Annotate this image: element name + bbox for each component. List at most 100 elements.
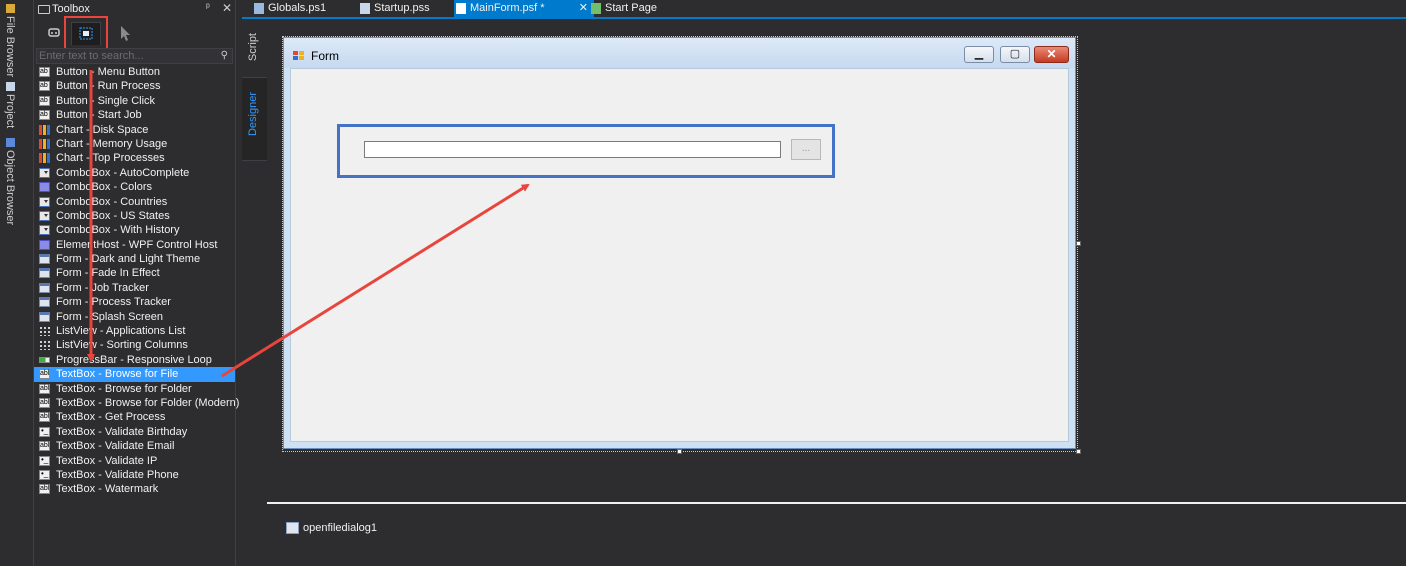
minimize-button[interactable]: ▁ <box>964 46 994 63</box>
left-panel-strip: File Browser Project Object Browser <box>0 0 34 566</box>
toolbox-item[interactable]: ComboBox - US States <box>34 209 235 223</box>
textbox-icon <box>39 396 50 410</box>
listview-icon <box>39 340 50 351</box>
toolbox-item[interactable]: ComboBox - Countries <box>34 195 235 209</box>
textbox-icon <box>39 367 50 381</box>
toolbox-item-label: Button - Start Job <box>56 109 142 122</box>
form-file-icon <box>456 3 466 14</box>
textbox-icon <box>39 410 50 424</box>
toolbox-item-label: Chart - Top Processes <box>56 152 165 165</box>
tab-designer-label: Designer <box>247 92 259 137</box>
toolbox-item[interactable]: Button - Start Job <box>34 108 235 122</box>
toolbox-item-label: TextBox - Get Process <box>56 411 166 424</box>
toolbox-item[interactable]: TextBox - Validate Birthday <box>34 424 235 439</box>
form-title: Form <box>311 49 339 63</box>
toolbox-item-label: TextBox - Browse for Folder (Modern) <box>56 396 240 409</box>
file-browser-tab[interactable]: File Browser <box>4 4 16 77</box>
doc-tab[interactable]: Startup.pss <box>358 0 464 17</box>
tab-script-label: Script <box>247 33 259 62</box>
toolbox-item[interactable]: TextBox - Validate Email <box>34 439 235 453</box>
toolbox-item[interactable]: Form - Splash Screen <box>34 310 235 324</box>
toolbox-item[interactable]: ListView - Applications List <box>34 324 235 338</box>
chart-icon <box>39 138 50 149</box>
search-icon[interactable]: ⚲ <box>221 50 228 61</box>
file-path-textbox[interactable] <box>364 141 781 158</box>
button-icon <box>39 79 50 93</box>
toolbox-item[interactable]: Form - Job Tracker <box>34 281 235 295</box>
toolbox-item[interactable]: ProgressBar - Responsive Loop <box>34 353 235 367</box>
toolbox-item[interactable]: TextBox - Browse for Folder <box>34 382 235 396</box>
toolbox-item[interactable]: Button - Menu Button <box>34 65 235 79</box>
doc-tab-label: Start Page <box>605 2 657 14</box>
toolbox-item[interactable]: ComboBox - Colors <box>34 180 235 194</box>
maximize-button[interactable]: ▢ <box>1000 46 1030 63</box>
toolbox-item-label: ListView - Applications List <box>56 325 186 338</box>
tab-designer[interactable]: Designer <box>242 77 267 161</box>
toolbox-item[interactable]: TextBox - Get Process <box>34 410 235 424</box>
toolbox-item-label: TextBox - Browse for Folder <box>56 382 192 395</box>
form-close-button[interactable]: ✕ <box>1034 46 1069 63</box>
toolbox-item[interactable]: ComboBox - With History <box>34 223 235 237</box>
maskedtextbox-icon <box>39 424 50 438</box>
tab-script[interactable]: Script <box>242 19 267 77</box>
combobox-icon <box>39 167 50 178</box>
form-window[interactable]: Form ▁ ▢ ✕ <box>283 37 1076 449</box>
toolbox-item[interactable]: Chart - Top Processes <box>34 151 235 165</box>
listview-icon <box>39 326 50 337</box>
button-icon <box>39 65 50 79</box>
toolbox-item[interactable]: Form - Dark and Light Theme <box>34 252 235 266</box>
toolbox-item-label: Form - Job Tracker <box>56 281 149 294</box>
toolbox-item[interactable]: Button - Single Click <box>34 94 235 108</box>
toolbox-item[interactable]: TextBox - Validate Phone <box>34 467 235 482</box>
toolbox-item[interactable]: TextBox - Browse for File <box>34 367 235 382</box>
doc-tab-label: MainForm.psf * <box>470 2 545 14</box>
textbox-icon <box>39 382 50 396</box>
toolbox-item[interactable]: TextBox - Browse for Folder (Modern) <box>34 396 239 410</box>
toolbox-item[interactable]: Chart - Memory Usage <box>34 137 235 151</box>
toolbox-item-label: TextBox - Validate Email <box>56 440 175 453</box>
file-browser-icon <box>5 4 15 13</box>
toolbox-tab-pointer[interactable] <box>110 22 138 44</box>
project-tab[interactable]: Project <box>4 82 16 128</box>
progressbar-icon <box>39 356 50 363</box>
form-icon <box>39 311 50 322</box>
toolbox-item[interactable]: ListView - Sorting Columns <box>34 338 235 352</box>
toolbox-item-label: Form - Fade In Effect <box>56 267 160 280</box>
maximize-icon: ▢ <box>1009 48 1021 60</box>
toolbox-item-label: Form - Process Tracker <box>56 296 171 309</box>
toolbox-item[interactable]: TextBox - Watermark <box>34 482 235 496</box>
toolbox-item[interactable]: Form - Process Tracker <box>34 295 235 309</box>
annotation-highlight-box <box>64 16 108 52</box>
toolbox-search-input[interactable] <box>39 49 215 63</box>
close-icon[interactable]: ✕ <box>222 1 232 15</box>
doc-tab[interactable]: Start Page <box>589 0 695 17</box>
resize-handle-right[interactable] <box>1076 241 1081 246</box>
chart-icon <box>39 153 50 164</box>
doc-tab[interactable]: MainForm.psf * ✕ <box>454 0 594 17</box>
toolbox-item[interactable]: Button - Run Process <box>34 79 235 93</box>
toolbox-item[interactable]: Form - Fade In Effect <box>34 266 235 280</box>
resize-handle-bottom[interactable] <box>677 449 682 454</box>
toolbox-item[interactable]: Chart - Disk Space <box>34 123 235 137</box>
project-icon <box>5 82 15 91</box>
resize-handle-corner[interactable] <box>1076 449 1081 454</box>
button-icon <box>39 94 50 108</box>
object-browser-tab[interactable]: Object Browser <box>4 138 16 225</box>
close-tab-icon[interactable]: ✕ <box>579 0 588 17</box>
pin-icon[interactable]: ᵖ <box>206 2 210 13</box>
toolbox-item[interactable]: ComboBox - AutoComplete <box>34 166 235 180</box>
doc-tab[interactable]: Globals.ps1 <box>252 0 358 17</box>
button-icon <box>39 108 50 122</box>
tray-component-label: openfiledialog1 <box>303 522 378 534</box>
toolbox-item-label: ComboBox - Colors <box>56 181 152 194</box>
maskedtextbox-icon <box>39 453 50 467</box>
browse-button[interactable]: ... <box>791 139 821 160</box>
form-icon <box>39 282 50 293</box>
toolbox-item-label: Button - Menu Button <box>56 66 160 78</box>
toolbox-item[interactable]: TextBox - Validate IP <box>34 453 235 468</box>
start-page-icon <box>591 3 601 14</box>
toolbox-item-label: Button - Single Click <box>56 94 156 107</box>
toolbox-item[interactable]: ElementHost - WPF Control Host <box>34 238 235 252</box>
form-icon <box>39 254 50 265</box>
toolbox-item-label: TextBox - Watermark <box>56 483 159 496</box>
